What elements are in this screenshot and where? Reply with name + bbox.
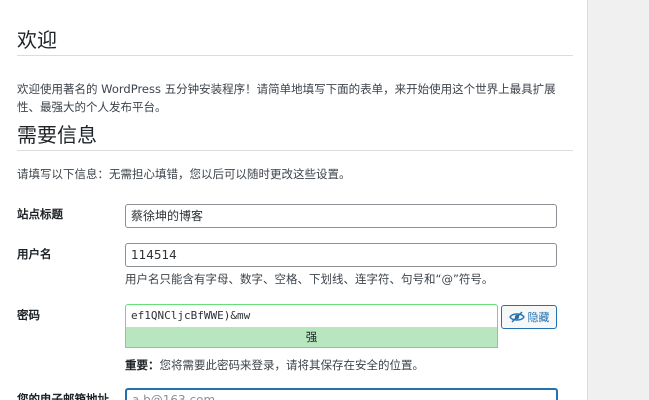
info-description: 请填写以下信息：无需担心填错，您以后可以随时更改这些设置。	[17, 167, 351, 181]
password-note-text: 您将需要此密码来登录，请将其保存在安全的位置。	[159, 358, 425, 372]
password-note: 重要：您将需要此密码来登录，请将其保存在安全的位置。	[125, 357, 424, 373]
username-label: 用户名	[17, 247, 52, 261]
welcome-intro: 欢迎使用著名的 WordPress 五分钟安装程序！请简单地填写下面的表单，来开…	[17, 81, 556, 114]
info-heading: 需要信息	[17, 123, 97, 147]
site-title-input[interactable]: 蔡徐坤的博客	[125, 204, 557, 228]
hide-password-button[interactable]: 隐藏	[501, 305, 557, 329]
eye-slash-icon	[508, 311, 525, 323]
username-input[interactable]: 114514	[125, 243, 557, 267]
info-divider	[17, 150, 573, 151]
email-input[interactable]: a.b@163.com	[125, 388, 558, 400]
password-note-strong: 重要：	[125, 358, 160, 372]
install-card: 欢迎 欢迎使用著名的 WordPress 五分钟安装程序！请简单地填写下面的表单…	[0, 0, 588, 400]
username-hint: 用户名只能含有字母、数字、空格、下划线、连字符、句号和“@”符号。	[125, 272, 494, 286]
welcome-divider	[17, 55, 573, 56]
password-input[interactable]: ef1QNCljcBfWWE)&mw	[125, 304, 498, 328]
site-title-label: 站点标题	[17, 207, 63, 221]
page-background	[588, 0, 649, 400]
email-label: 您的电子邮箱地址	[17, 392, 109, 400]
password-label: 密码	[17, 308, 40, 322]
welcome-heading: 欢迎	[17, 28, 57, 52]
hide-password-label: 隐藏	[527, 311, 550, 324]
password-strength-indicator: 强	[125, 327, 498, 348]
